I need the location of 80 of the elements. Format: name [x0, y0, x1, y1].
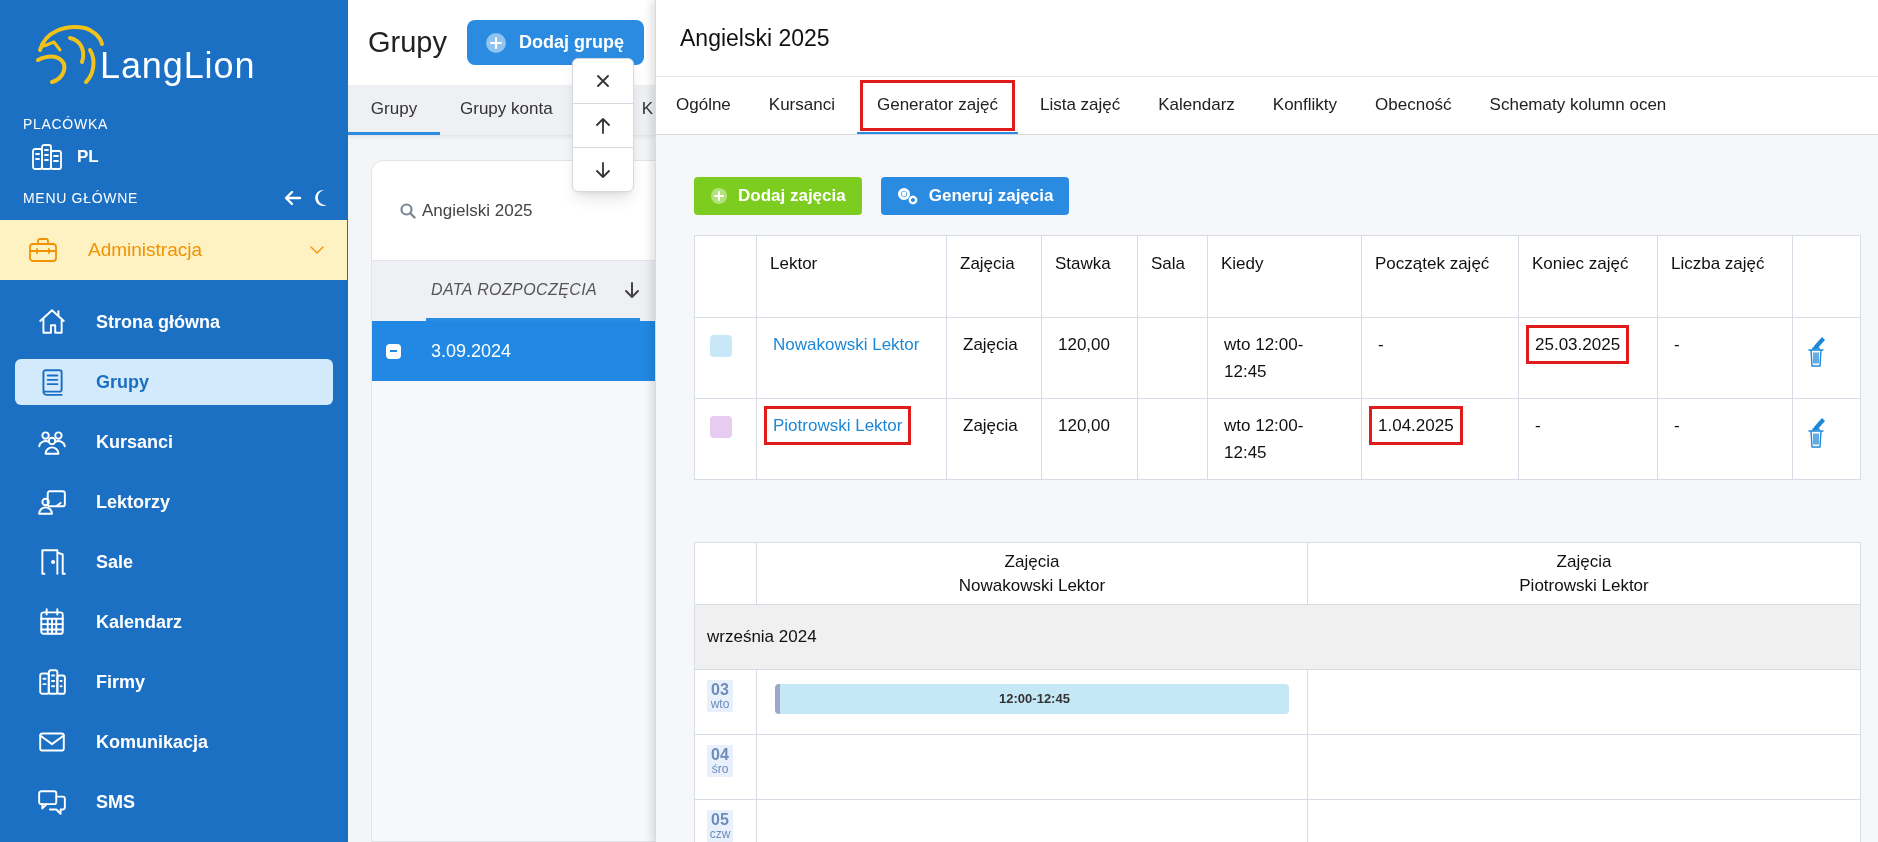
column-header: Stawka [1041, 235, 1138, 318]
column-title: Zajęcia [1555, 550, 1613, 573]
arrow-up-icon [594, 116, 612, 135]
column-subtitle: Piotrowski Lektor [1518, 574, 1650, 597]
column-header: Kiedy [1207, 235, 1362, 318]
tab[interactable]: Kalendarz [1142, 77, 1251, 134]
column-header: Sala [1137, 235, 1208, 318]
table-cell-text: 120,00 [1057, 415, 1111, 437]
generate-classes-button[interactable]: Generuj zajęcia [880, 177, 1070, 215]
day-badge: 03 wto [707, 680, 733, 712]
sidebar-item[interactable]: Firmy [15, 659, 333, 705]
tab[interactable]: Generator zajęć [856, 77, 1018, 134]
table-cell-text: Zajęcia [962, 415, 1019, 437]
page-title: Grupy [368, 24, 447, 60]
pencil-trash-icon[interactable] [1806, 334, 1826, 368]
tab[interactable]: Grupy konta [460, 85, 553, 135]
brand-name: LangLion [100, 48, 256, 84]
table-cell-text: wto 12:00-12:45 [1223, 415, 1305, 464]
day-badge: 05 czw [707, 810, 733, 842]
pencil-trash-icon[interactable] [1806, 415, 1826, 449]
table-cell-text: wto 12:00-12:45 [1223, 334, 1305, 383]
briefcase-icon [28, 237, 58, 263]
section-label: MENU GŁÓWNE [23, 188, 139, 208]
table-cell-text: - [1377, 334, 1385, 356]
arrow-left-icon[interactable] [284, 190, 302, 206]
column-header: Liczba zajęć [1657, 235, 1793, 318]
sidebar-item[interactable]: Kursanci [15, 419, 333, 465]
plus-icon [710, 187, 728, 205]
day-badge: 04 śro [707, 745, 733, 777]
section-label: PLACÓWKA [22, 115, 109, 134]
column-header: Zajęcia [946, 235, 1042, 318]
sidebar-item[interactable]: Grupy [15, 359, 333, 405]
column-header: Początek zajęć [1361, 235, 1519, 318]
tab[interactable]: K [641, 85, 653, 135]
column-header: Koniec zajęć [1518, 235, 1658, 318]
table-cell-text: - [1673, 334, 1681, 356]
buildings-icon [37, 667, 67, 697]
menu-group-label: Administracja [88, 237, 204, 262]
tab[interactable]: Konflikty [1256, 77, 1354, 134]
buildings-icon [31, 143, 63, 171]
sidebar-item[interactable]: Sale [15, 539, 333, 585]
moon-icon[interactable] [312, 189, 328, 207]
chat-icon [37, 787, 67, 817]
teacher-board-icon [37, 487, 67, 517]
chevron-icon [309, 245, 325, 255]
arrow-down-icon [594, 160, 612, 179]
tab[interactable]: Schematy kolumn ocen [1473, 77, 1683, 134]
tab[interactable]: Lista zajęć [1023, 77, 1137, 134]
close-icon [594, 72, 612, 90]
add-group-button[interactable]: Dodaj grupę [467, 20, 644, 65]
calendar-event[interactable]: 12:00-12:45 [775, 684, 1289, 714]
tab[interactable]: Grupy [348, 85, 440, 135]
column-title: Zajęcia [1003, 550, 1061, 573]
search-icon [400, 202, 416, 219]
table-cell: 25.03.2025 [1526, 325, 1630, 364]
tab[interactable]: Ogólne [660, 77, 747, 134]
table-cell-text: Zajęcia [962, 334, 1019, 356]
sidebar-item[interactable]: SMS [15, 779, 333, 825]
column-header: Lektor [756, 235, 947, 318]
plus-icon [485, 31, 507, 54]
tab[interactable]: Kursanci [752, 77, 851, 134]
sidebar-item[interactable]: Kalendarz [15, 599, 333, 645]
page-title: Angielski 2025 [656, 0, 1878, 77]
home-icon [37, 307, 67, 337]
table-cell: 1.04.2025 [1369, 406, 1463, 445]
sidebar-item[interactable]: Lektorzy [15, 479, 333, 525]
calendar-icon [37, 607, 67, 637]
checkbox[interactable] [386, 343, 401, 359]
sidebar-item[interactable]: Komunikacja [15, 719, 333, 765]
teacher-link[interactable]: Piotrowski Lektor [764, 406, 912, 445]
table-cell-text: - [1673, 415, 1681, 437]
sidebar-item[interactable]: Strona główna [15, 299, 333, 345]
branch-name[interactable]: PL [77, 144, 99, 170]
tab[interactable]: Obecność [1359, 77, 1468, 134]
month-label: września 2024 [707, 627, 817, 647]
column-subtitle: Nowakowski Lektor [957, 574, 1107, 597]
table-cell-text: 120,00 [1057, 334, 1111, 356]
table-row[interactable]: 3.09.2024 [372, 321, 655, 381]
table-cell-text: - [1534, 415, 1542, 437]
arrow-down-icon [624, 280, 640, 299]
